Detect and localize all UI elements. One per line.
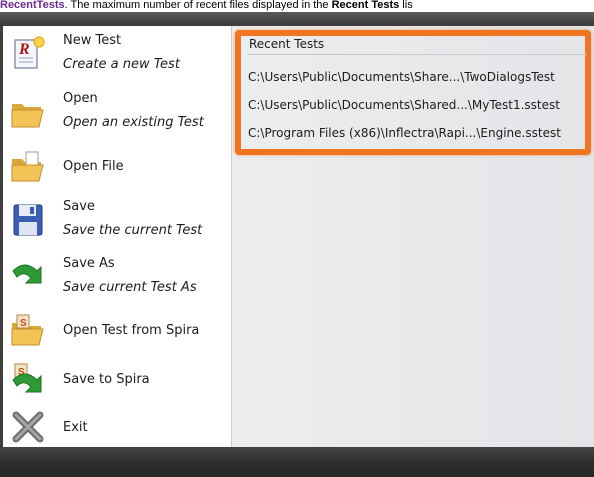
caption-keyword: RecentTests bbox=[0, 0, 65, 11]
open-label: Open bbox=[63, 91, 98, 106]
menu-item-save[interactable]: Save Save the current Test bbox=[3, 196, 231, 244]
menu-item-open[interactable]: Open Open an existing Test bbox=[3, 88, 231, 136]
save-as-arrow-icon bbox=[12, 264, 42, 284]
new-test-label: New Test bbox=[63, 33, 122, 48]
caption-body: . The maximum number of recent files dis… bbox=[64, 0, 332, 11]
recent-file-3[interactable]: C:\Program Files (x86)\Inflectra\Rapi...… bbox=[248, 126, 586, 140]
recent-file-1[interactable]: C:\Users\Public\Documents\Share...\TwoDi… bbox=[248, 70, 586, 84]
open-folder-icon bbox=[11, 104, 44, 128]
open-sublabel: Open an existing Test bbox=[63, 115, 204, 130]
menu-item-save-to-spira[interactable]: S Save to Spira bbox=[3, 358, 231, 406]
save-to-spira-label: Save to Spira bbox=[63, 372, 150, 387]
file-menu: R New Test Create a new Test Open Open a… bbox=[3, 26, 232, 447]
recent-file-2[interactable]: C:\Users\Public\Documents\Shared...\MyTe… bbox=[248, 98, 586, 112]
floppy-disk-icon bbox=[13, 204, 43, 236]
menu-item-open-file[interactable]: Open File bbox=[3, 143, 231, 191]
svg-text:R: R bbox=[18, 41, 30, 58]
top-bar bbox=[0, 12, 594, 26]
exit-label: Exit bbox=[63, 420, 88, 435]
save-label: Save bbox=[63, 199, 95, 214]
caption-tail: lis bbox=[399, 0, 413, 11]
save-sublabel: Save the current Test bbox=[63, 223, 203, 238]
open-file-label: Open File bbox=[63, 159, 124, 174]
menu-item-save-as[interactable]: Save As Save current Test As bbox=[3, 253, 231, 301]
save-as-label: Save As bbox=[63, 256, 115, 271]
bottom-bar bbox=[0, 447, 594, 477]
new-test-icon: R bbox=[14, 36, 45, 69]
spira-save-arrow-icon: S bbox=[12, 363, 42, 393]
caption-bold: Recent Tests bbox=[331, 0, 400, 11]
recent-tests-heading: Recent Tests bbox=[249, 37, 325, 51]
new-test-sublabel: Create a new Test bbox=[63, 57, 180, 72]
open-from-spira-label: Open Test from Spira bbox=[63, 323, 200, 338]
caption-text: RecentTests. The maximum number of recen… bbox=[0, 0, 594, 12]
open-file-folder-icon bbox=[11, 151, 44, 182]
menu-item-open-from-spira[interactable]: S Open Test from Spira bbox=[3, 309, 231, 357]
svg-text:S: S bbox=[20, 318, 27, 329]
exit-x-icon bbox=[12, 411, 44, 443]
menu-item-new-test[interactable]: R New Test Create a new Test bbox=[3, 30, 231, 78]
recent-tests-divider bbox=[247, 54, 587, 55]
save-as-sublabel: Save current Test As bbox=[63, 280, 197, 295]
spira-folder-icon: S bbox=[11, 314, 44, 346]
